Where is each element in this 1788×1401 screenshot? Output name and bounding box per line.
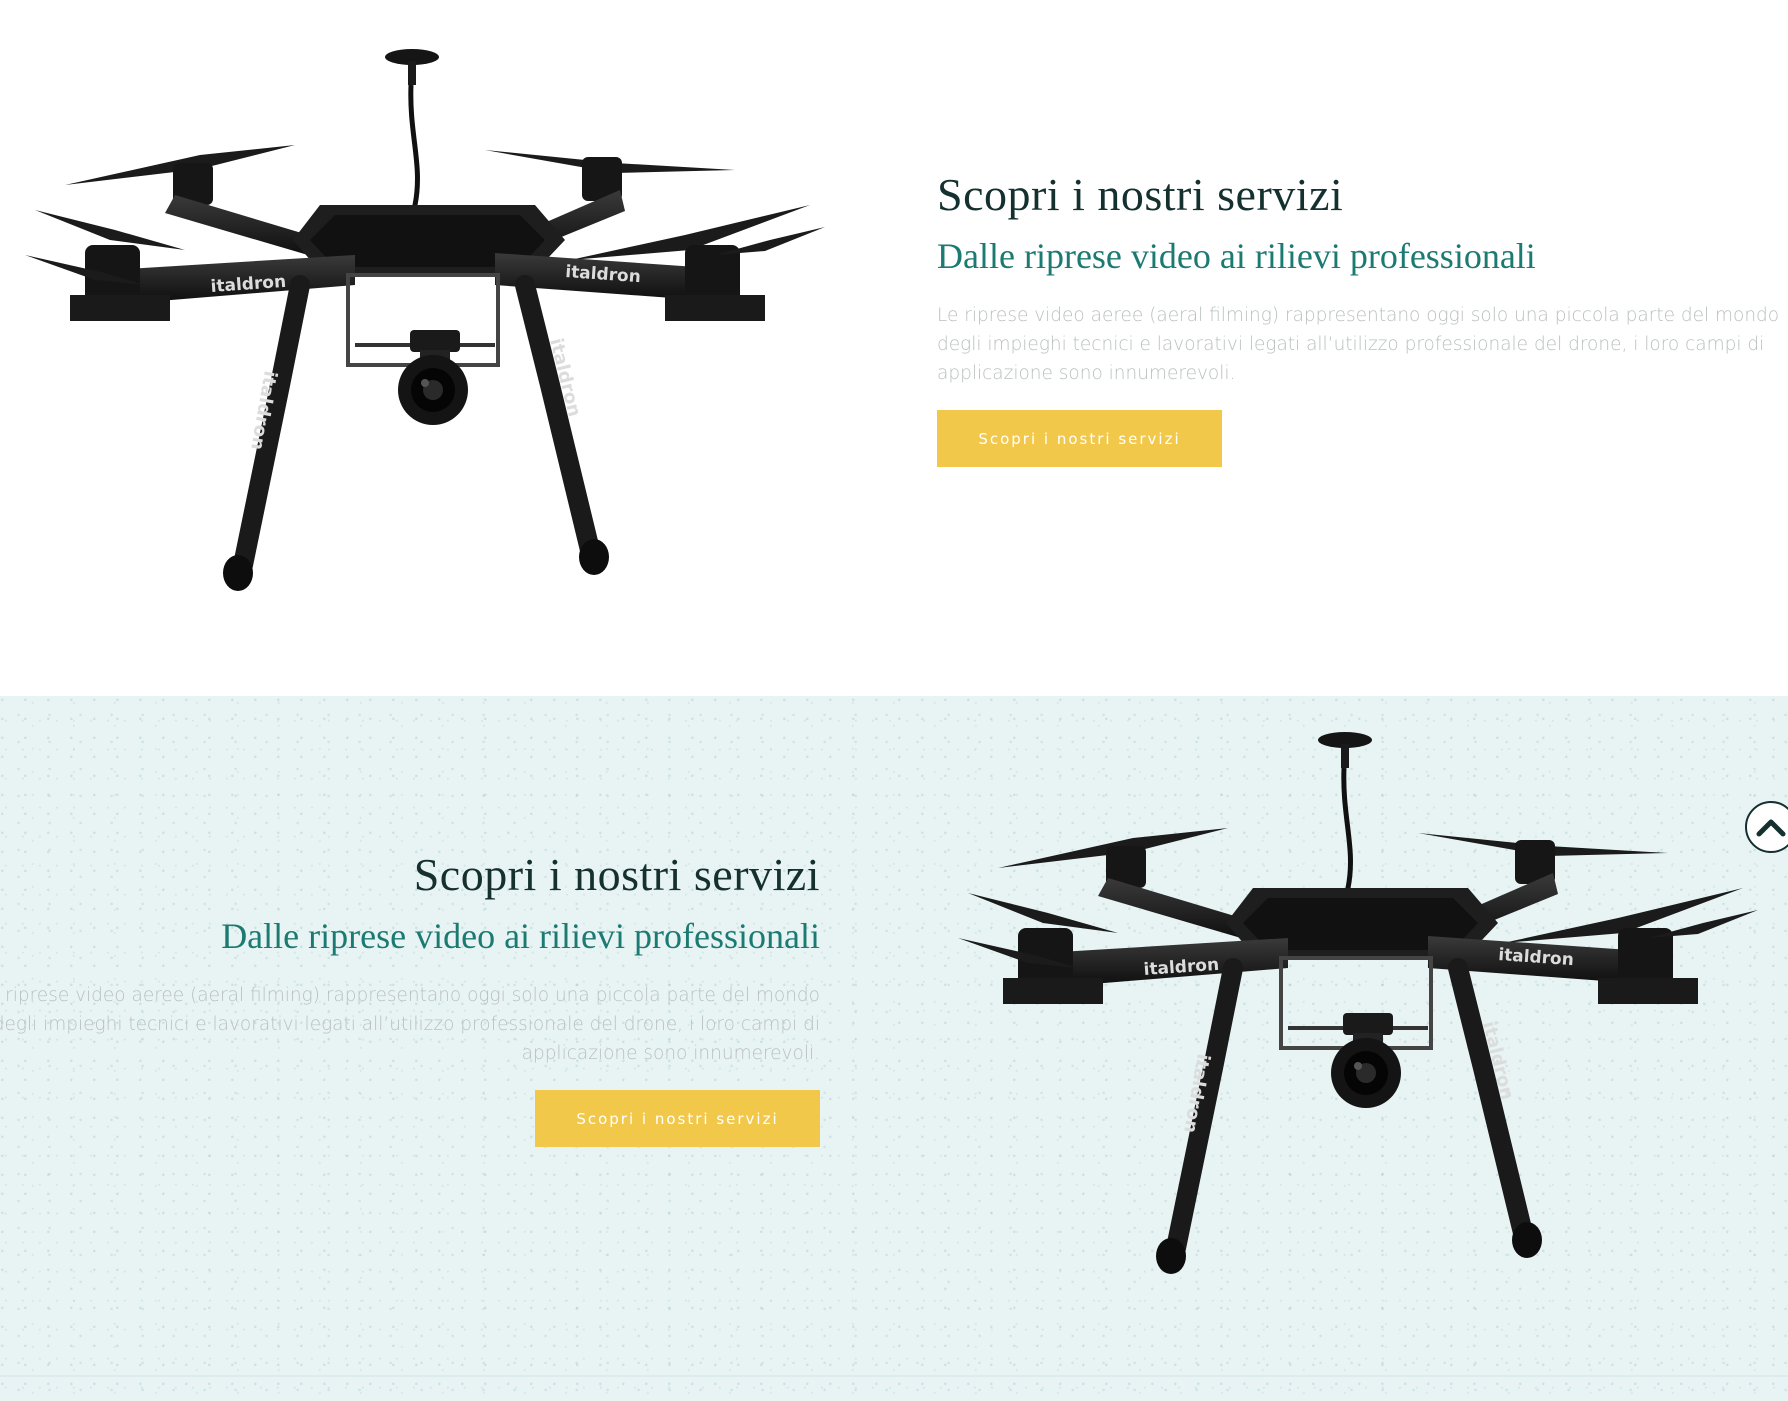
discover-services-button[interactable]: Scopri i nostri servizi: [535, 1090, 820, 1147]
chevron-up-icon: [1756, 819, 1786, 837]
section-title: Scopri i nostri servizi: [413, 849, 820, 900]
page: italdron italdron italdron italdron Scop…: [0, 0, 1788, 1401]
discover-services-button[interactable]: Scopri i nostri servizi: [937, 410, 1222, 467]
drone-illustration: italdron italdron italdron italdron: [958, 732, 1758, 1274]
drone-illustration: italdron italdron italdron italdron: [25, 49, 825, 591]
section-divider: [0, 1375, 1788, 1377]
drone-image: italdron italdron italdron italdron: [958, 728, 1758, 1298]
section-description: Le riprese video aeree (aeral filming) r…: [937, 305, 1780, 384]
svg-text:italdron: italdron: [210, 272, 287, 297]
section-title: Scopri i nostri servizi: [937, 169, 1344, 220]
section-description: Le riprese video aeree (aeral filming) r…: [0, 985, 820, 1064]
services-section-1: italdron italdron italdron italdron Scop…: [0, 0, 1788, 696]
svg-text:italdron: italdron: [1143, 955, 1220, 980]
services-text-1: Scopri i nostri servizi Dalle riprese vi…: [937, 168, 1782, 467]
services-text-2: Scopri i nostri servizi Dalle riprese vi…: [0, 848, 820, 1147]
section-subtitle: Dalle riprese video ai rilievi professio…: [937, 236, 1536, 276]
section-subtitle: Dalle riprese video ai rilievi professio…: [221, 916, 820, 956]
drone-image: italdron italdron italdron italdron: [25, 45, 825, 615]
scroll-to-top-button[interactable]: [1745, 801, 1788, 853]
